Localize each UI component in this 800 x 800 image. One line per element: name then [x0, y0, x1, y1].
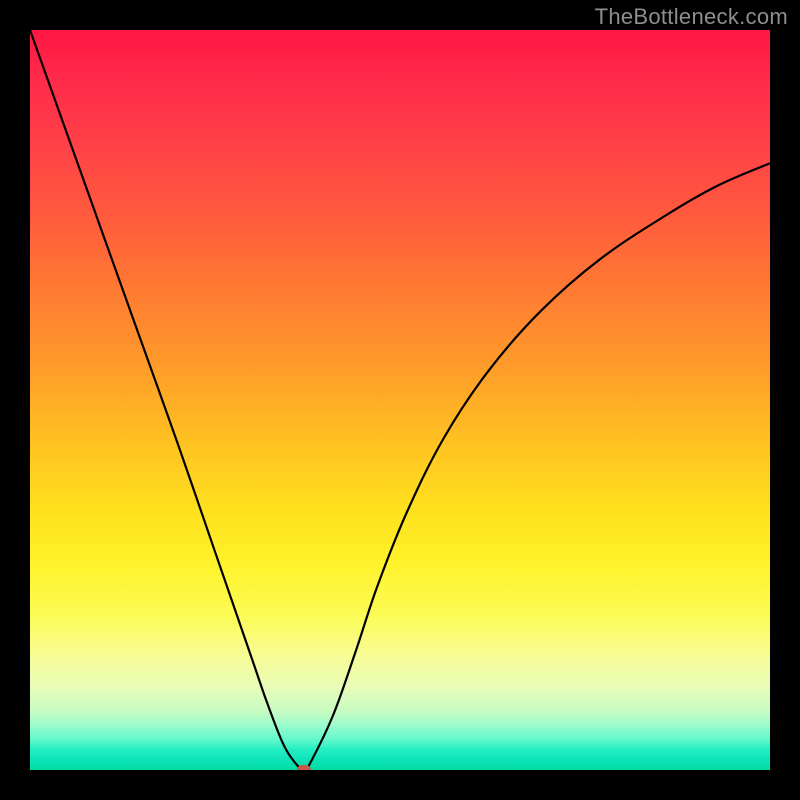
chart-frame: TheBottleneck.com: [0, 0, 800, 800]
bottleneck-curve-path: [30, 30, 770, 770]
watermark-text: TheBottleneck.com: [595, 4, 788, 30]
curve-svg: [30, 30, 770, 770]
optimal-point-marker: [297, 765, 311, 770]
plot-area: [30, 30, 770, 770]
